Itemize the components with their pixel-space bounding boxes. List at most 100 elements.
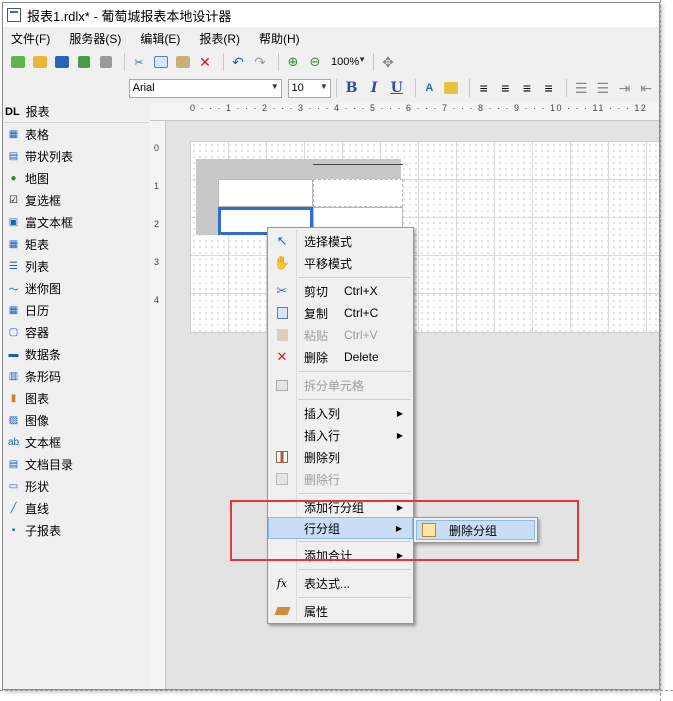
shape-icon: ▭ [8,480,19,492]
table-cell[interactable] [218,179,313,207]
menu-report[interactable]: 报表(R) [199,30,240,47]
spellcheck-icon[interactable] [442,79,460,97]
italic-button[interactable]: I [364,80,384,96]
menu-insert-column[interactable]: 插入列 ▶ [268,402,413,424]
menu-copy[interactable]: 复制 Ctrl+C [268,302,413,324]
toolbox-item[interactable]: ▢ 容器 [3,321,149,343]
toolbox-item[interactable]: ▪ 子报表 [3,519,149,541]
header-line [313,164,403,165]
menu-properties[interactable]: 属性 [268,600,413,622]
add-icon[interactable] [75,53,93,71]
toolbox-item[interactable]: ▬ 数据条 [3,343,149,365]
toolbox-badge: DL [5,105,20,118]
ruler-mark: 3 [154,257,160,267]
menu-split-cells: 拆分单元格 [268,374,413,396]
bold-button[interactable]: B [342,80,362,96]
menu-cut[interactable]: ✂ 剪切 Ctrl+X [268,280,413,302]
menu-delete[interactable]: ✕ 删除 Delete [268,346,413,368]
toolbox-item-label: 条形码 [25,369,62,384]
image-icon: ▨ [8,414,19,426]
line-icon: ╱ [10,502,17,514]
copy-icon[interactable] [152,53,170,71]
new-report-icon[interactable] [9,53,27,71]
toolbar-separator [335,79,337,97]
chevron-down-icon: ▼ [270,81,279,91]
toolbox-item[interactable]: ▦ 日历 [3,299,149,321]
toolbox-item[interactable]: ☑ 复选框 [3,189,149,211]
indent-icon[interactable]: ⇥ [616,79,634,97]
paste-icon [274,327,290,343]
toolbox-item[interactable]: ☰ 列表 [3,255,149,277]
matrix-icon: ▦ [8,238,19,250]
container-icon: ▢ [8,326,19,338]
title-bar: 报表1.rdlx* - 葡萄城报表本地设计器 [3,3,659,27]
toolbox-item-label: 复选框 [25,193,62,208]
menu-edit[interactable]: 编辑(E) [140,30,180,47]
toolbox-item-label: 图像 [25,413,50,428]
toolbox-item[interactable]: ● 地图 [3,167,149,189]
outdent-icon[interactable]: ⇤ [637,79,655,97]
properties-icon [274,603,290,619]
cut-icon[interactable]: ✂ [130,53,148,71]
menu-expression[interactable]: fx 表达式... [268,572,413,594]
menu-pan-mode[interactable]: ✋ 平移模式 [268,252,413,274]
redo-icon[interactable]: ↷ [251,53,269,71]
toolbox-item[interactable]: ▤ 文档目录 [3,453,149,475]
undo-icon[interactable]: ↶ [229,53,247,71]
font-size-select[interactable]: 10 ▼ [287,78,331,98]
toolbox-item[interactable]: ▤ 带状列表 [3,145,149,167]
copy-icon [274,305,290,321]
font-name-select[interactable]: Arial ▼ [128,78,282,98]
toolbox-item[interactable]: ▨ 图像 [3,409,149,431]
underline-button[interactable]: U [387,80,407,96]
zoom-select[interactable]: 100% ▼ [328,53,368,72]
align-center-icon[interactable]: ≡ [496,79,514,97]
barcode-icon: ▥ [8,370,19,382]
toolbox-item[interactable]: ▣ 富文本框 [3,211,149,233]
paste-icon[interactable] [174,53,192,71]
numbered-list-icon[interactable]: ☰ [594,79,612,97]
remove-icon[interactable] [97,53,115,71]
toolbox-item[interactable]: 〜迷你图 [3,277,149,299]
open-folder-icon[interactable] [31,53,49,71]
menu-file[interactable]: 文件(F) [11,30,50,47]
table-icon: ▦ [8,128,19,140]
databar-icon: ▬ [8,348,19,360]
zoom-out-icon[interactable]: ⊖ [306,53,324,71]
format-toolbar: Arial ▼ 10 ▼ B I U A ≡ ≡ ≡ ≡ ☰ ☰ ⇥ ⇤ [3,75,659,101]
save-icon[interactable] [53,53,71,71]
menu-insert-row[interactable]: 插入行 ▶ [268,424,413,446]
toolbar-separator [373,53,374,71]
zoom-in-icon[interactable]: ⊕ [284,53,302,71]
toolbox-item[interactable]: ▦ 矩表 [3,233,149,255]
toolbox-item[interactable]: ▮ 图表 [3,387,149,409]
menu-delete-column[interactable]: 删除列 [268,446,413,468]
function-icon: fx [276,576,288,590]
toolbox-item[interactable]: ╱ 直线 [3,497,149,519]
rich-textbox-icon: ▣ [8,216,19,228]
align-justify-icon[interactable]: ≡ [540,79,558,97]
toolbox-item[interactable]: ▭ 形状 [3,475,149,497]
table-column-handle[interactable] [196,159,401,179]
toolbox-item[interactable]: ▦ 表格 [3,123,149,145]
font-color-icon[interactable]: A [421,79,439,97]
align-left-icon[interactable]: ≡ [475,79,493,97]
menu-server[interactable]: 服务器(S) [69,30,121,47]
report-canvas[interactable] [190,141,659,333]
move-icon[interactable]: ✥ [379,53,397,71]
menu-select-mode[interactable]: ↖ 选择模式 [268,230,413,252]
align-right-icon[interactable]: ≡ [518,79,536,97]
toolbox-header: DL 报表 [3,101,149,123]
toolbox-item[interactable]: ab 文本框 [3,431,149,453]
toolbox-item-label: 迷你图 [25,281,62,296]
delete-icon[interactable]: ✕ [196,53,214,71]
toolbox-item-label: 带状列表 [25,149,74,164]
table-cell[interactable] [313,179,403,207]
list-icon[interactable]: ☰ [572,79,590,97]
toolbox-panel: DL 报表 ▦ 表格 ▤ 带状列表 ● 地图 ☑ 复选框 ▣ 富文本框 ▦ 矩表 ☰ 列表〜迷你图 ▦ 日历 ▢… [3,101,149,689]
toolbox-item[interactable]: ▥ 条形码 [3,365,149,387]
zoom-value: 100% [331,56,360,68]
menu-help[interactable]: 帮助(H) [259,30,300,47]
table-row-handle[interactable] [196,159,218,235]
delete-column-icon [274,449,290,465]
